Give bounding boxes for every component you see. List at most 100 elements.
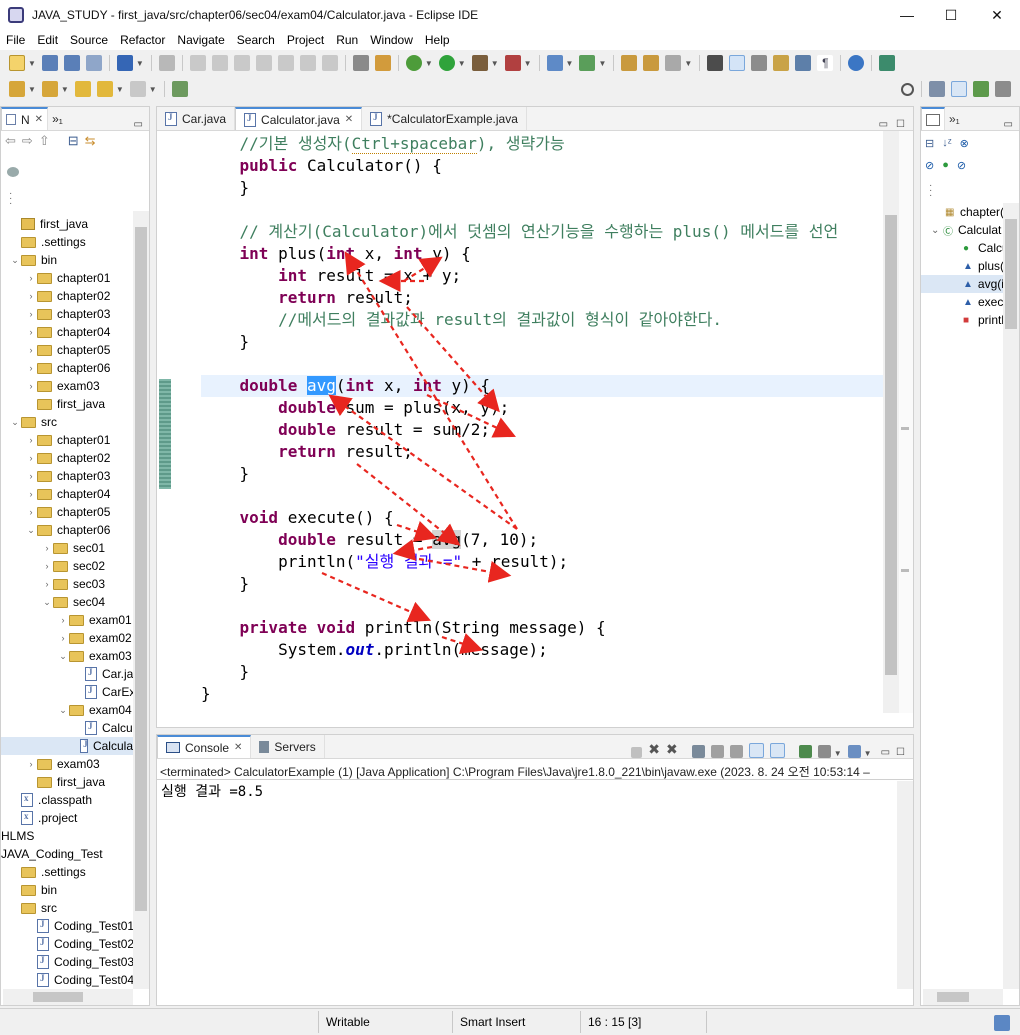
chevron-right-icon[interactable]: › — [25, 471, 37, 481]
chevron-right-icon[interactable]: › — [25, 327, 37, 337]
expand-down-icon[interactable]: ⌄ — [57, 651, 69, 662]
chevron-down-icon[interactable]: ▼ — [136, 59, 144, 68]
code-line[interactable]: 17 double sum = plus(x, y); — [201, 397, 883, 419]
tree-item[interactable]: ⌄ src — [1, 413, 57, 431]
code-line[interactable]: 23 double result = avg(7, 10); — [201, 529, 883, 551]
link-editor-icon[interactable]: ⇆ — [85, 133, 96, 149]
code-area[interactable]: 5 //기본 생성자(Ctrl+spacebar), 생략가능6⊖ public… — [201, 131, 883, 711]
code-line[interactable]: 29 } — [201, 661, 883, 683]
tree-item[interactable]: Coding_Test01.ja — [1, 917, 147, 935]
tree-item[interactable]: › exam02 — [1, 629, 132, 647]
minimize-view-icon[interactable]: ▭ — [881, 747, 890, 758]
tree-item[interactable]: bin — [1, 881, 57, 899]
tree-item[interactable]: › exam03 — [1, 755, 100, 773]
outline-item[interactable]: ▲ execu — [921, 293, 1010, 311]
tab-servers[interactable]: Servers — [251, 735, 325, 758]
last-edit-icon[interactable] — [74, 81, 91, 97]
code-line[interactable]: 21 — [201, 485, 883, 507]
minimize-view-icon[interactable]: ▭ — [134, 119, 143, 130]
tree-item[interactable]: Coding_Test04.ja — [1, 971, 147, 989]
code-line[interactable]: 15 — [201, 353, 883, 375]
search-tool-icon[interactable] — [665, 55, 682, 71]
sort-icon[interactable]: ↓ᶻ — [942, 137, 951, 150]
notification-icon[interactable] — [994, 1015, 1010, 1031]
chevron-down-icon[interactable]: ▼ — [598, 59, 606, 68]
expand-down-icon[interactable]: ⌄ — [57, 705, 69, 716]
show-stderr-icon[interactable] — [769, 743, 785, 758]
chevron-right-icon[interactable]: › — [25, 381, 37, 391]
tree-item[interactable]: › chapter03 — [1, 305, 111, 323]
menu-refactor[interactable]: Refactor — [114, 33, 171, 47]
view-menu-icon[interactable]: · · · — [9, 189, 12, 209]
tab-console[interactable]: Console ✕ — [157, 735, 252, 758]
ant-icon[interactable] — [879, 55, 896, 71]
chevron-down-icon[interactable]: ▼ — [524, 59, 532, 68]
suspend-icon[interactable] — [211, 55, 228, 71]
hide-fields-icon[interactable]: ⊗ — [960, 137, 969, 150]
open-task-icon[interactable] — [643, 55, 660, 71]
terminate-icon[interactable] — [233, 55, 250, 71]
step-over-icon[interactable] — [299, 55, 316, 71]
menu-source[interactable]: Source — [64, 33, 114, 47]
minimize-button[interactable]: — — [884, 0, 930, 30]
tree-item[interactable]: src — [1, 899, 57, 917]
code-line[interactable]: 19 return result; — [201, 441, 883, 463]
external-tools-icon[interactable] — [504, 55, 521, 71]
hide-nonpublic-icon[interactable]: ● — [942, 159, 949, 172]
chevron-down-icon[interactable]: ▼ — [116, 85, 124, 94]
drop-frame-icon[interactable] — [352, 55, 369, 71]
maximize-view-icon[interactable]: ☐ — [896, 119, 905, 130]
tree-item[interactable]: first_java — [1, 395, 105, 413]
toggle-highlight-icon[interactable] — [729, 55, 746, 71]
toggle-mark-occurrences-icon[interactable] — [707, 55, 724, 71]
tree-item[interactable]: Calcula — [1, 737, 133, 755]
code-line[interactable]: 18 double result = sum/2; — [201, 419, 883, 441]
close-icon[interactable]: ✕ — [35, 114, 43, 125]
chevron-right-icon[interactable]: › — [57, 615, 69, 625]
expand-down-icon[interactable]: ⌄ — [9, 255, 21, 266]
tree-scrollbar[interactable] — [133, 211, 149, 989]
use-step-filters-icon[interactable] — [374, 55, 391, 71]
code-line[interactable]: 8 — [201, 199, 883, 221]
expand-down-icon[interactable]: ⌄ — [25, 525, 37, 536]
tree-item[interactable]: CarExar — [1, 683, 146, 701]
chevron-right-icon[interactable]: › — [41, 579, 53, 589]
outline-item[interactable]: ▲ plus( — [921, 257, 1004, 275]
debug-perspective-icon[interactable] — [973, 81, 989, 97]
tree-item[interactable]: › chapter02 — [1, 449, 111, 467]
maximize-view-icon[interactable]: ☐ — [896, 747, 905, 758]
print-icon[interactable] — [85, 55, 102, 71]
pin-editor-icon[interactable] — [171, 81, 188, 97]
show-whitespace-icon[interactable] — [773, 55, 790, 71]
editor-hscrollbar[interactable] — [201, 711, 881, 727]
resume-icon[interactable] — [189, 55, 206, 71]
block-selection-icon[interactable] — [751, 55, 768, 71]
code-line[interactable]: 25 } — [201, 573, 883, 595]
forward-icon[interactable] — [129, 81, 146, 97]
tree-item[interactable]: Calcula — [1, 719, 142, 737]
expand-down-icon[interactable]: ⌄ — [931, 225, 943, 236]
code-line[interactable]: 28 System.out.println(message); — [201, 639, 883, 661]
tree-item[interactable]: › exam01 — [1, 611, 132, 629]
filter-icon[interactable] — [7, 167, 19, 177]
menu-search[interactable]: Search — [231, 33, 281, 47]
outline-item[interactable]: ● Calcu — [921, 239, 1009, 257]
chevron-right-icon[interactable]: › — [25, 453, 37, 463]
chevron-down-icon[interactable]: ▼ — [61, 85, 69, 94]
code-line[interactable]: 24 println("실행 결과 =" + result); — [201, 551, 883, 573]
java-perspective-icon[interactable] — [951, 81, 967, 97]
code-line[interactable]: 16⊖ double avg(int x, int y) { — [201, 375, 883, 397]
pilcrow-icon[interactable]: ¶ — [817, 55, 834, 71]
tree-item[interactable]: › sec01 — [1, 539, 106, 557]
outline-item[interactable]: ▲ avg(i — [921, 275, 1004, 293]
tree-item[interactable]: › exam03 — [1, 377, 100, 395]
expand-down-icon[interactable]: ⌄ — [41, 597, 53, 608]
tab-calculator-java[interactable]: Calculator.java ✕ — [235, 107, 363, 130]
tree-item[interactable]: Coding_Test02.ja — [1, 935, 147, 953]
console-scrollbar[interactable] — [897, 781, 913, 989]
outline-item[interactable]: ■ printl — [921, 311, 1004, 329]
chevron-right-icon[interactable]: › — [25, 435, 37, 445]
chevron-right-icon[interactable]: › — [25, 345, 37, 355]
chevron-right-icon[interactable]: › — [25, 291, 37, 301]
tree-item[interactable]: Car.java — [1, 665, 146, 683]
